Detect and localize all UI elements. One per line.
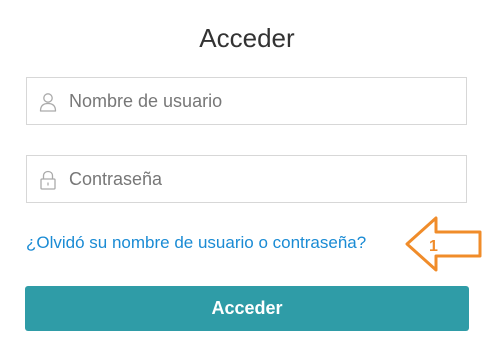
password-field[interactable] xyxy=(26,155,467,203)
user-icon xyxy=(39,92,57,112)
username-field[interactable] xyxy=(26,77,467,125)
login-button[interactable]: Acceder xyxy=(25,286,469,331)
forgot-credentials-link[interactable]: ¿Olvidó su nombre de usuario o contraseñ… xyxy=(26,232,366,254)
lock-icon xyxy=(39,170,57,190)
annotation-callout: 1 xyxy=(402,214,484,274)
annotation-number: 1 xyxy=(429,238,438,255)
page-title: Acceder xyxy=(199,23,295,53)
username-input[interactable] xyxy=(69,78,459,124)
arrow-left-icon xyxy=(405,216,482,272)
password-input[interactable] xyxy=(69,156,459,202)
